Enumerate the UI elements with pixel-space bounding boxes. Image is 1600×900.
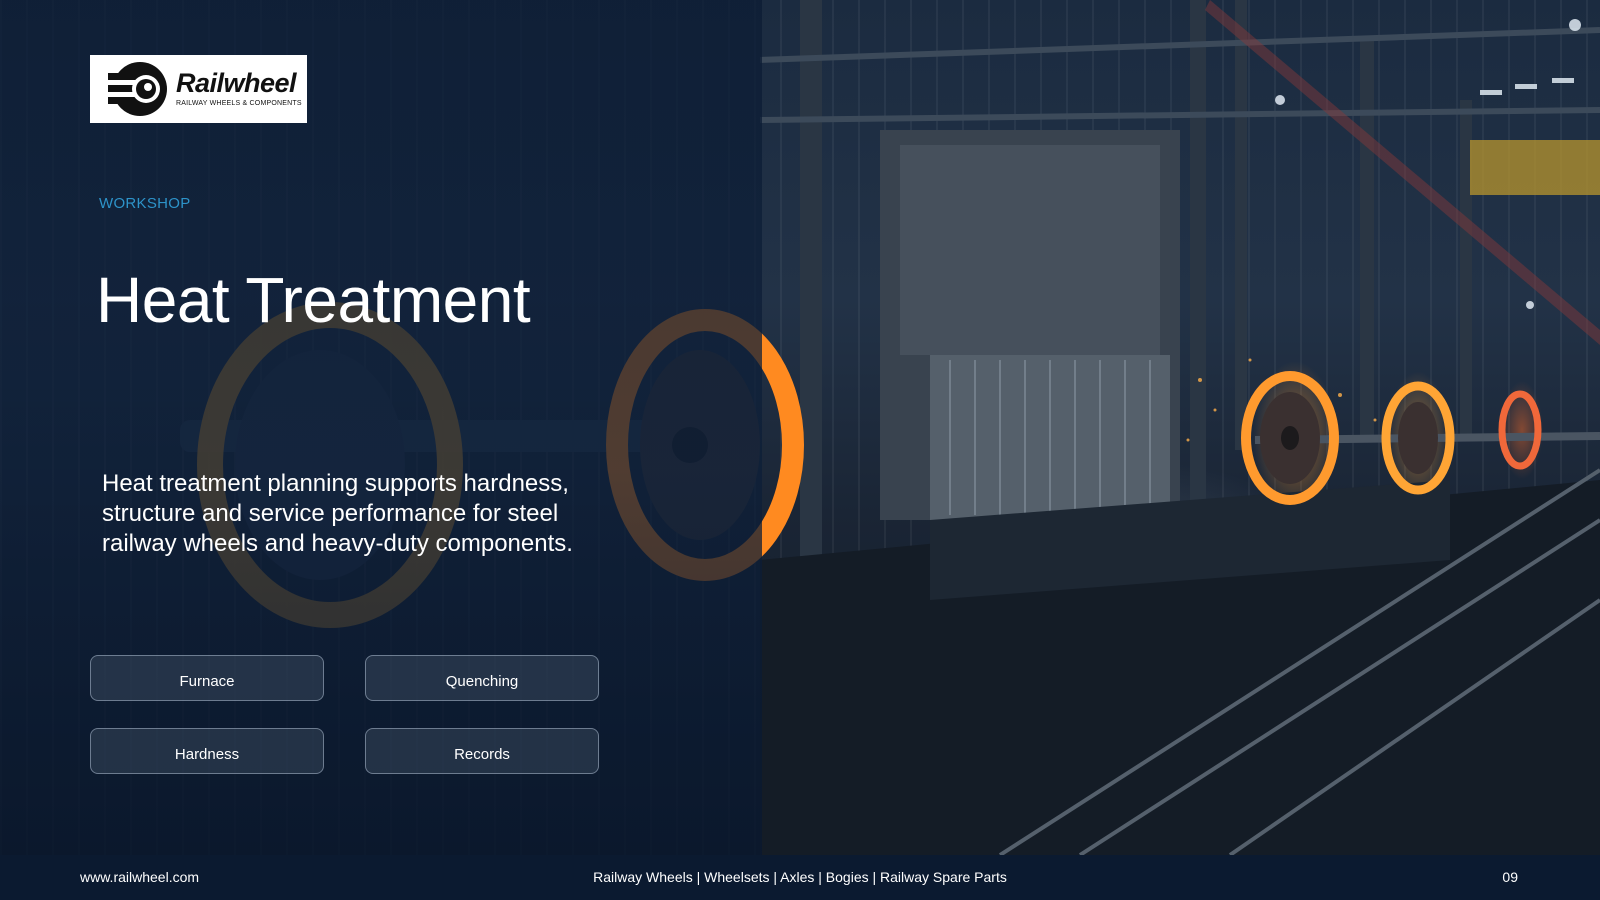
quenching-button[interactable]: Quenching	[365, 655, 599, 701]
left-content-panel: Railwheel RAILWAY WHEELS & COMPONENTS WO…	[0, 0, 762, 855]
logo-tagline: RAILWAY WHEELS & COMPONENTS	[176, 100, 302, 107]
footer-tagline: Railway Wheels | Wheelsets | Axles | Bog…	[593, 869, 1007, 885]
slide-canvas: Railwheel RAILWAY WHEELS & COMPONENTS WO…	[0, 0, 1600, 855]
slide-title: Heat Treatment	[96, 264, 531, 336]
furnace-button[interactable]: Furnace	[90, 655, 324, 701]
records-button[interactable]: Records	[365, 728, 599, 774]
footer-bar: www.railwheel.com Railway Wheels | Wheel…	[0, 855, 1600, 900]
hardness-button[interactable]: Hardness	[90, 728, 324, 774]
page-number: 09	[1502, 869, 1518, 885]
railwheel-logo: Railwheel RAILWAY WHEELS & COMPONENTS	[90, 55, 307, 123]
slide-description: Heat treatment planning supports hardnes…	[102, 470, 573, 557]
wheel-logo-icon	[108, 62, 167, 116]
logo-brand-name: Railwheel	[176, 68, 297, 98]
section-eyebrow: WORKSHOP	[99, 195, 191, 212]
